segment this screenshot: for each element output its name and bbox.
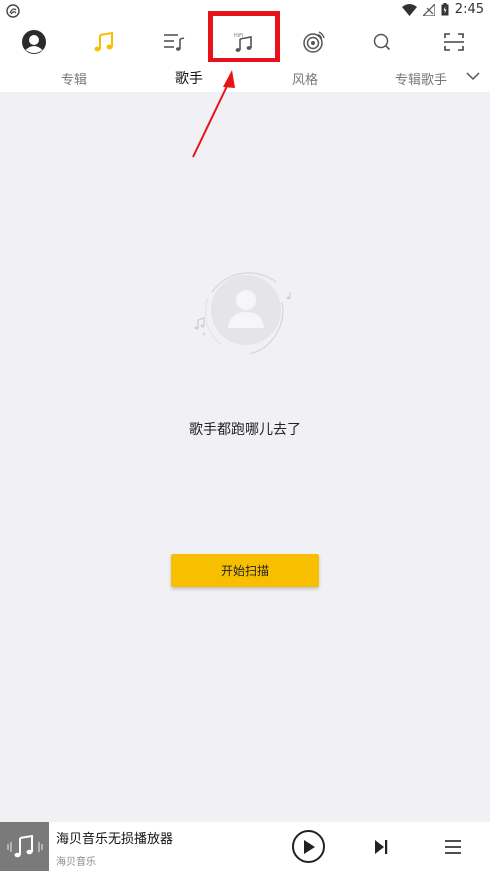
album-art[interactable] (0, 822, 49, 871)
play-icon (303, 839, 315, 854)
tab-album[interactable]: 专辑 (61, 69, 87, 88)
mini-player[interactable]: 海贝音乐无损播放器 海贝音乐 (0, 822, 490, 871)
chevron-down-icon[interactable] (466, 70, 480, 85)
signal-off-icon (422, 3, 435, 16)
now-playing-artist: 海贝音乐 (56, 857, 96, 868)
menu-icon (445, 840, 461, 854)
clock: 2:45 (454, 2, 484, 17)
search-icon[interactable] (362, 24, 402, 60)
app-notification-icon (6, 3, 20, 22)
tab-genre[interactable]: 风格 (292, 69, 318, 88)
next-track-button[interactable] (370, 836, 392, 858)
play-button[interactable] (292, 830, 325, 863)
scan-icon[interactable] (434, 24, 474, 60)
radio-disc-icon[interactable] (294, 24, 334, 60)
user-avatar-icon[interactable] (14, 24, 54, 60)
empty-state-message: 歌手都跑哪儿去了 (189, 422, 301, 438)
tab-artist[interactable]: 歌手 (175, 68, 203, 88)
play-queue-button[interactable] (442, 836, 464, 858)
playlist-icon[interactable] (154, 24, 194, 60)
now-playing-title: 海贝音乐无损播放器 (56, 832, 174, 847)
annotation-highlight-box (208, 11, 280, 63)
start-scan-button[interactable]: 开始扫描 (171, 554, 319, 587)
skip-next-icon (375, 840, 388, 854)
local-music-icon[interactable] (84, 24, 124, 60)
tab-album-artist[interactable]: 专辑歌手 (395, 69, 447, 88)
empty-artist-illustration (190, 262, 302, 362)
battery-icon (441, 3, 449, 16)
sub-tabs: 专辑 歌手 风格 专辑歌手 (0, 62, 490, 92)
wifi-icon (401, 3, 417, 16)
